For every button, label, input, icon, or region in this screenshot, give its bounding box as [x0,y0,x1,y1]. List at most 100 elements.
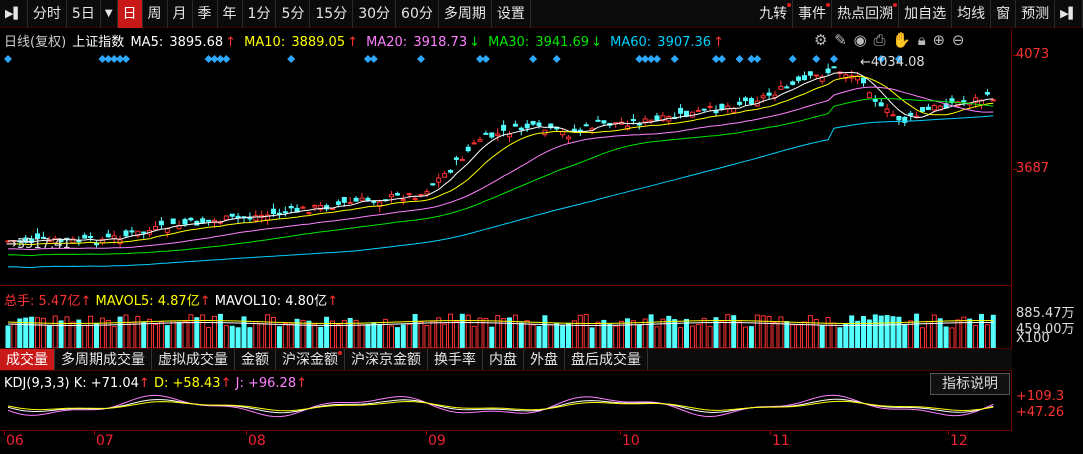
candle-body [748,98,754,105]
candle-body [524,123,530,129]
volume-bar [111,326,117,348]
volume-bar [394,327,400,348]
toolbar-right-button[interactable]: 事件 [793,0,833,28]
volume-bar [294,318,300,348]
volume-legend: 总手: 5.47亿↑ MAVOL5: 4.87亿↑ MAVOL10: 4.80亿… [4,290,338,309]
hand-icon[interactable]: ✋ [892,31,912,49]
volume-bar [442,323,448,348]
indicator-tab[interactable]: 虚拟成交量 [152,349,235,370]
eye-icon[interactable]: ◉ [854,31,868,49]
candle-body [825,68,831,74]
pen-icon[interactable]: ✎ [834,31,848,49]
period-button[interactable]: 60分 [396,0,439,28]
kline-chart[interactable]: ←4034.08 →3517.41 [0,29,1012,285]
volume-bar [813,318,819,348]
toolbar-right-button[interactable]: 窗 [991,0,1017,28]
candle-body [453,157,459,160]
volume-bar [70,321,76,348]
indicator-tab[interactable]: 多周期成交量 [55,349,152,370]
period-button[interactable]: 多周期 [439,0,492,28]
date-axis-tick [620,431,621,435]
toolbar-right-button[interactable]: 热点回溯 [832,0,900,28]
volume-bar [737,321,743,348]
indicator-tab[interactable]: 内盘 [483,349,524,370]
indicator-tab[interactable]: 换手率 [428,349,483,370]
candle-body [235,215,241,219]
indicator-tab[interactable]: 外盘 [524,349,565,370]
volume-bar [961,316,967,348]
mavol5-label: MAVOL5: [95,294,154,309]
volume-bar [636,324,642,348]
toolbar-right-button[interactable]: 加自选 [899,0,953,28]
volume-bar [743,326,748,348]
ma-legend: 日线(复权) 上证指数 MA5: 3895.68 ↑ MA10: 3889.05 ↑… [4,31,728,50]
indicator-tab[interactable]: 成交量 [0,349,55,370]
period-dropdown-icon[interactable]: ▼ [101,0,118,28]
volume-bar [967,318,973,348]
candle-body [512,123,518,127]
period-button[interactable]: 年 [218,0,243,28]
candle-body [253,215,259,221]
ma10-arrow: ↑ [347,35,359,50]
volume-bar [925,321,931,348]
ma5-value: 3895.68 [169,35,224,50]
toggle-left-panel-icon[interactable]: ▶▌ [0,0,28,28]
period-button[interactable]: 15分 [310,0,354,28]
volume-bar [459,313,465,348]
period-button[interactable]: 周 [143,0,168,28]
lock-icon[interactable]: 🔒︎ [918,31,927,49]
mavol5-arrow: ↑ [199,294,211,309]
indicator-help-button[interactable]: 指标说明 [930,373,1010,395]
candle-body [577,129,583,132]
volume-bar [725,314,731,348]
volume-bar [46,325,52,348]
period-button[interactable]: 月 [168,0,193,28]
candle-body [359,197,365,201]
period-button[interactable]: 季 [193,0,218,28]
toolbar-right-button[interactable]: 九转 [754,0,794,28]
signal-marker [735,55,744,63]
period-button[interactable]: 5分 [276,0,311,28]
volume-bar [29,316,35,348]
date-axis-tick [426,431,427,435]
volume-bar [17,318,23,348]
date-axis: 06 07 08 09 10 11 12 [0,430,1012,454]
candle-body [701,108,707,111]
zoom-out-icon[interactable]: ⊖ [952,31,966,49]
indicator-tab[interactable]: 沪深京金额 [345,349,428,370]
print-icon[interactable]: ⎙ [873,31,886,49]
volume-bar [406,323,412,348]
indicator-tab[interactable]: 沪深金额 [276,349,345,370]
volume-bar [583,313,589,348]
volume-bar [265,314,271,348]
period-button[interactable]: 1分 [243,0,277,28]
toggle-right-panel-icon[interactable]: ▶▌ [1055,0,1083,28]
period-button[interactable]: 分时 [28,0,67,28]
signal-marker [670,55,679,63]
volume-bar [760,315,766,348]
candle-body [678,107,684,114]
settings-icon[interactable]: ⚙ [814,31,828,49]
candle-body [88,236,94,239]
volume-bar [76,319,82,348]
ma20-arrow: ↓ [469,35,480,50]
toolbar-right-button[interactable]: 均线 [952,0,992,28]
indicator-tab[interactable]: 盘后成交量 [565,349,648,370]
volume-bar [837,327,843,348]
period-button[interactable]: 设置 [492,0,531,28]
period-button[interactable]: 5日 [67,0,101,28]
indicator-tab[interactable]: 金额 [235,349,276,370]
candle-body [448,170,453,173]
volume-bar [412,314,418,348]
period-button[interactable]: 30分 [353,0,397,28]
volume-bar [890,316,896,348]
volume-bar [135,315,141,348]
period-button[interactable]: 日 [117,0,143,28]
kdj-j-arrow: ↑ [296,376,307,391]
toolbar-right-button[interactable]: 预测 [1016,0,1056,28]
chart-period-title: 日线(复权) [4,35,67,50]
candle-body [188,217,194,221]
zoom-in-icon[interactable]: ⊕ [933,31,947,49]
candle-body [908,112,914,116]
kdj-k-arrow: ↑ [138,376,150,391]
